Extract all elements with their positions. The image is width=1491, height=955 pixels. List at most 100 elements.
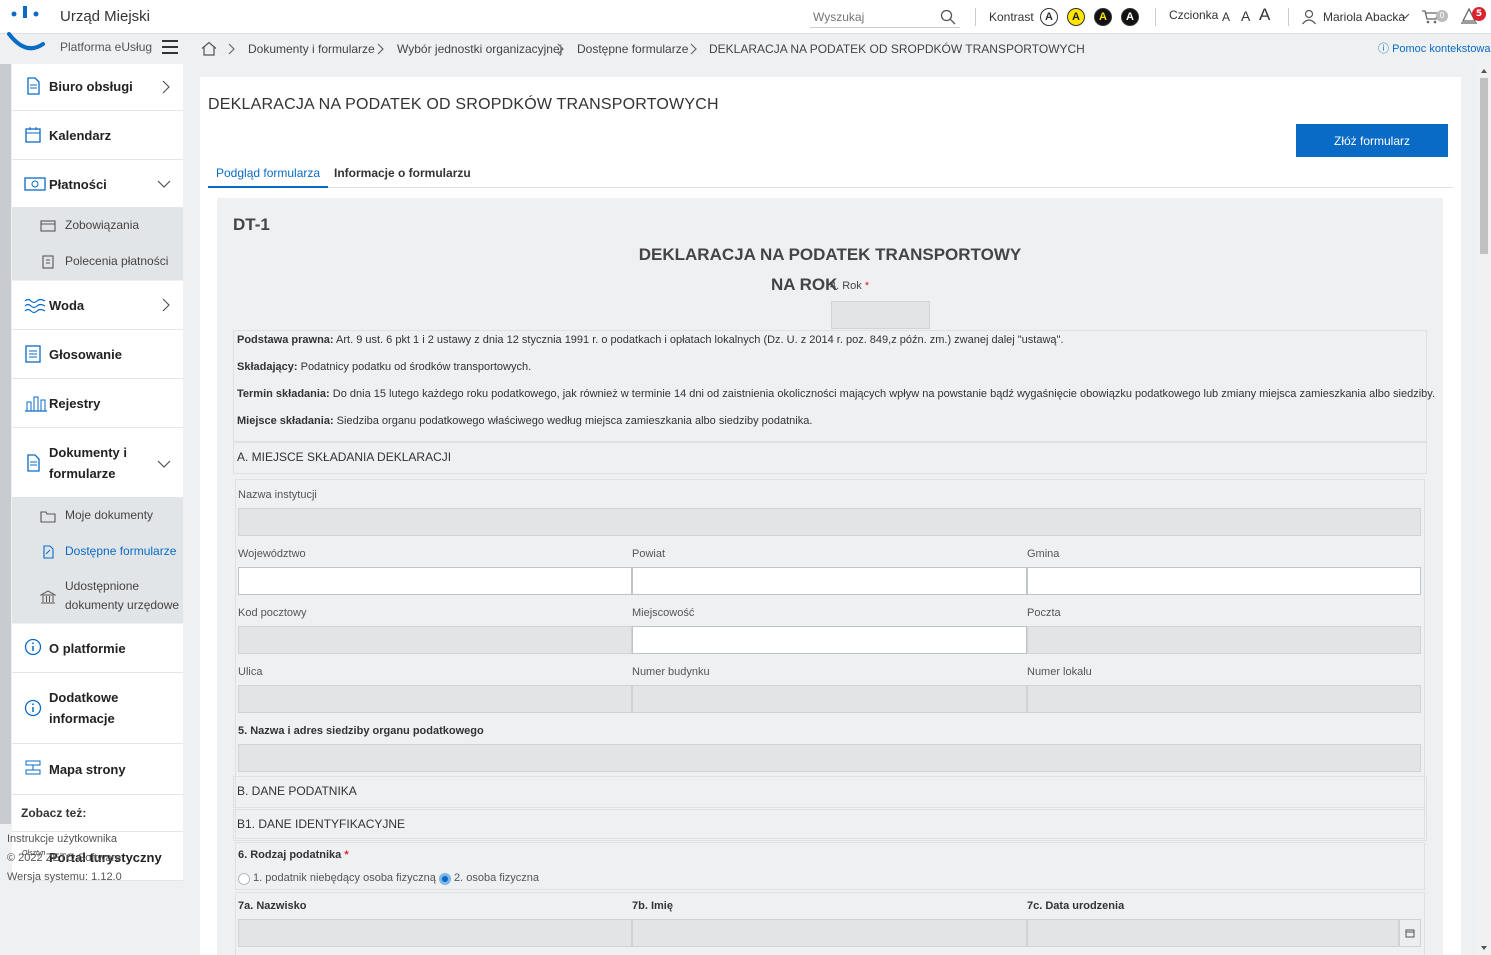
search-icon[interactable] xyxy=(940,9,956,25)
help-label: Pomoc kontekstowa xyxy=(1392,43,1491,55)
county-field[interactable] xyxy=(632,567,1027,595)
form-heading: DEKLARACJA NA PODATEK TRANSPORTOWY xyxy=(638,245,1022,264)
sidebar-item-about[interactable]: O platformie xyxy=(12,624,183,673)
context-help-link[interactable]: ⓘ Pomoc kontekstowa xyxy=(1378,40,1491,56)
banknote-icon xyxy=(24,177,46,191)
page-scrollbar[interactable] xyxy=(1477,64,1491,955)
street-field[interactable] xyxy=(238,685,632,713)
sidebar-item-label: Biuro obsługi xyxy=(49,79,133,94)
tab-form-info[interactable]: Informacje o formularzu xyxy=(326,166,479,188)
date-picker-button[interactable] xyxy=(1399,919,1421,947)
sidebar-item-documents[interactable]: Dokumenty i formularze xyxy=(12,428,183,498)
search-box[interactable] xyxy=(810,6,960,28)
breadcrumb-item[interactable]: Dostępne formularze xyxy=(577,42,688,56)
year-heading: NA ROK xyxy=(771,275,838,294)
sidebar-subitem-payment-orders[interactable]: Polecenia płatności xyxy=(12,244,183,280)
institution-field[interactable] xyxy=(238,508,1421,536)
contrast-default-button[interactable]: A xyxy=(1040,8,1058,26)
postal-code-label: Kod pocztowy xyxy=(238,607,307,619)
checklist-icon xyxy=(25,345,41,363)
cart-count-badge: 0 xyxy=(1436,10,1448,22)
scroll-thumb[interactable] xyxy=(1480,78,1488,254)
font-size-small-button[interactable]: A xyxy=(1222,10,1230,24)
tax-office-field[interactable] xyxy=(238,744,1421,772)
legal-basis: Podstawa prawna: Art. 9 ust. 6 pkt 1 i 2… xyxy=(237,334,1064,346)
sidebar-item-label: Głosowanie xyxy=(49,347,122,362)
apartment-number-field[interactable] xyxy=(1027,685,1421,713)
sidebar-subitem-label: Dostępne formularze xyxy=(65,544,177,558)
sidebar-subitem-obligations[interactable]: Zobowiązania xyxy=(12,208,183,244)
info-icon xyxy=(24,638,42,656)
city-logo-icon[interactable] xyxy=(6,4,46,52)
voivodeship-field[interactable] xyxy=(238,567,632,595)
chevron-right-icon xyxy=(557,43,564,55)
surname-field[interactable] xyxy=(238,919,632,947)
first-name-field[interactable] xyxy=(632,919,1027,947)
sidebar: Biuro obsługi Kalendarz Płatności Zobowi… xyxy=(0,64,184,955)
section-b-header: B. DANE PODATNIKA xyxy=(233,776,1427,808)
taxpayer-type-radio-individual[interactable] xyxy=(439,873,451,885)
calendar-icon xyxy=(25,127,41,143)
sidebar-subitem-available-forms[interactable]: Dostępne formularze xyxy=(12,534,183,570)
notification-count-badge: 5 xyxy=(1472,7,1486,21)
footer-info: Instrukcje użytkownika © 2022 ZETO Softw… xyxy=(7,830,122,887)
menu-toggle-icon[interactable] xyxy=(162,40,178,54)
document-icon xyxy=(27,454,40,472)
chevron-down-icon[interactable] xyxy=(1400,12,1410,20)
sidebar-subitem-shared-documents[interactable]: Udostępnione dokumenty urzędowe xyxy=(12,570,183,623)
sidebar-item-calendar[interactable]: Kalendarz xyxy=(12,111,183,160)
chevron-right-icon xyxy=(162,80,170,94)
section-a-header: A. MIEJSCE SKŁADANIA DEKLARACJI xyxy=(233,442,1427,474)
contrast-yellow-button[interactable]: A xyxy=(1067,8,1085,26)
street-label: Ulica xyxy=(238,666,263,678)
sidebar-item-voting[interactable]: Głosowanie xyxy=(12,330,183,379)
building-number-field[interactable] xyxy=(632,685,1027,713)
sidebar-item-registers[interactable]: Rejestry xyxy=(12,379,183,428)
sidebar-item-payments[interactable]: Płatności xyxy=(12,160,183,208)
sidebar-item-additional-info[interactable]: Dodatkowe informacje xyxy=(12,673,183,744)
breadcrumb-item[interactable]: Wybór jednostki organizacyjnej xyxy=(397,42,562,56)
person-fields: 7a. Nazwisko 7b. Imię 7c. Data urodzenia xyxy=(235,892,1425,955)
home-icon[interactable] xyxy=(201,41,217,56)
post-office-field[interactable] xyxy=(1027,626,1421,654)
system-version: Wersja systemu: 1.12.0 xyxy=(7,871,122,883)
see-also-header: Zobacz też: xyxy=(12,795,183,831)
user-manual-link[interactable]: Instrukcje użytkownika xyxy=(7,830,122,849)
sidebar-subitem-my-documents[interactable]: Moje dokumenty xyxy=(12,498,183,534)
year-label-text: 4. Rok xyxy=(830,280,862,292)
font-size-large-button[interactable]: A xyxy=(1259,5,1270,25)
sidebar-item-water[interactable]: Woda xyxy=(12,281,183,330)
app-title: Urząd Miejski xyxy=(60,8,151,25)
form-preview: DT-1 DEKLARACJA NA PODATEK TRANSPORTOWY … xyxy=(217,198,1443,955)
sidebar-item-office[interactable]: Biuro obsługi xyxy=(12,64,183,111)
sidebar-subitem-label: Moje dokumenty xyxy=(65,508,154,522)
breadcrumb-item[interactable]: Dokumenty i formularze xyxy=(248,42,375,56)
main-panel: DEKLARACJA NA PODATEK OD SROPDKÓW TRANSP… xyxy=(200,77,1461,955)
commune-field[interactable] xyxy=(1027,567,1421,595)
sidebar-item-sitemap[interactable]: Mapa strony xyxy=(12,744,183,795)
taxpayer-type-radio-legal-entity[interactable] xyxy=(238,873,250,885)
user-name[interactable]: Mariola Abacka xyxy=(1323,10,1405,24)
chevron-right-icon xyxy=(377,43,384,55)
sidebar-subitem-label: Zobowiązania xyxy=(65,218,140,232)
user-icon[interactable] xyxy=(1301,9,1317,25)
locality-field[interactable] xyxy=(632,626,1027,654)
year-input[interactable] xyxy=(831,301,930,329)
voivodeship-label: Województwo xyxy=(238,548,306,560)
tab-form-preview[interactable]: Podgląd formularza xyxy=(208,166,329,188)
required-marker: * xyxy=(344,849,349,861)
scroll-up-icon[interactable] xyxy=(1480,67,1488,75)
copyright: © 2022 ZETO Software xyxy=(7,852,122,864)
font-size-medium-button[interactable]: A xyxy=(1241,8,1250,24)
sidebar-item-label: Woda xyxy=(49,298,85,313)
submit-form-button[interactable]: Złóż formularz xyxy=(1296,124,1448,157)
search-input[interactable] xyxy=(810,6,935,28)
birth-date-field[interactable] xyxy=(1027,919,1399,947)
postal-code-field[interactable] xyxy=(238,626,632,654)
breadcrumb-current: DEKLARACJA NA PODATEK OD SROPDKÓW TRANSP… xyxy=(709,42,1085,56)
sidebar-subitem-label: Udostępnione dokumenty urzędowe xyxy=(65,579,180,612)
contrast-black-white-button[interactable]: A xyxy=(1121,8,1139,26)
contrast-black-yellow-button[interactable]: A xyxy=(1094,8,1112,26)
sidebar-item-label: Płatności xyxy=(49,177,107,192)
scroll-down-icon[interactable] xyxy=(1480,944,1488,952)
